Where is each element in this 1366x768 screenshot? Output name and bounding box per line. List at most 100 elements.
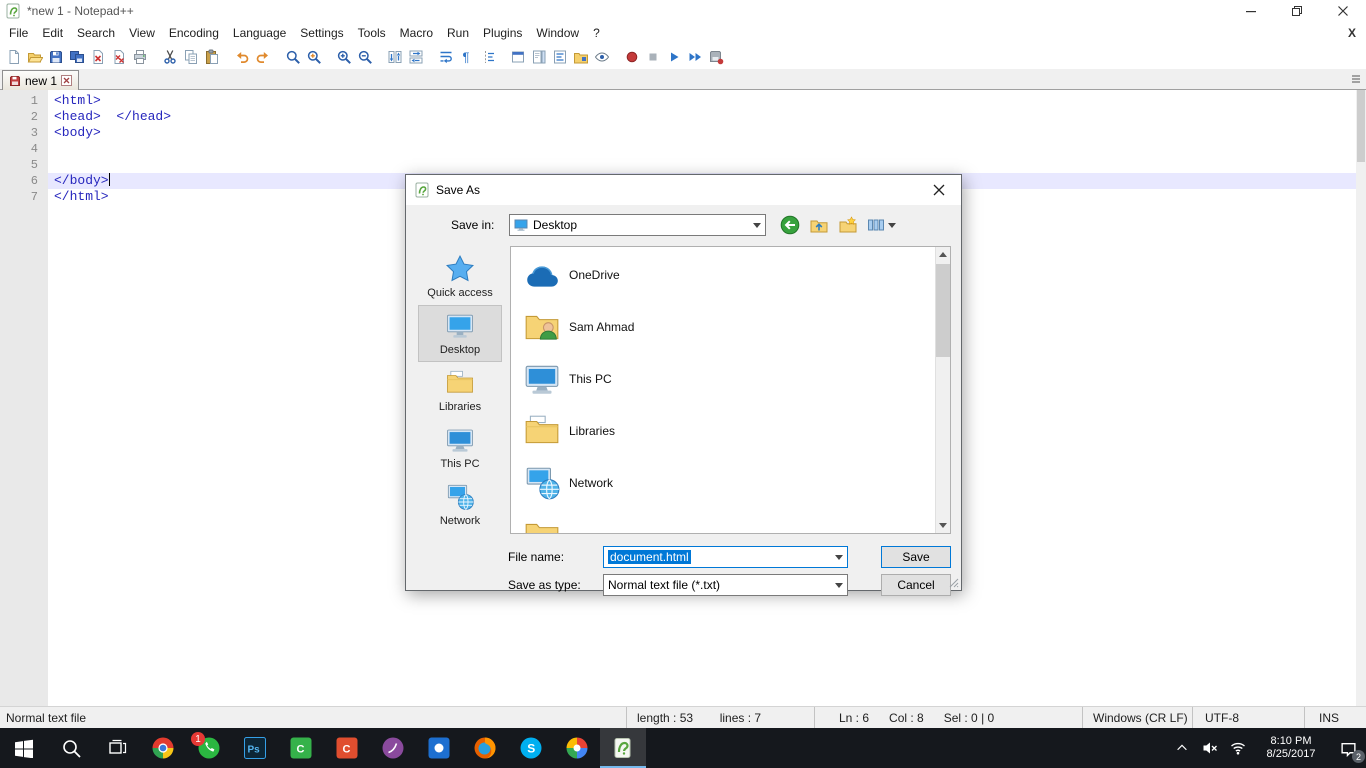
user-defined-dialog-icon[interactable] — [509, 48, 527, 66]
menu-item-tools[interactable]: Tools — [351, 22, 393, 44]
menu-item-settings[interactable]: Settings — [293, 22, 350, 44]
view-menu-icon[interactable] — [867, 216, 896, 234]
sidebar-item-quick-access[interactable]: Quick access — [418, 248, 502, 305]
document-map-icon[interactable] — [530, 48, 548, 66]
file-item-this-pc[interactable]: This PC — [511, 353, 934, 405]
hidden-icons-chevron-icon[interactable] — [1168, 728, 1196, 768]
restore-button[interactable] — [1274, 0, 1320, 22]
indent-guide-icon[interactable] — [479, 48, 497, 66]
playback-macro-icon[interactable] — [665, 48, 683, 66]
word-wrap-icon[interactable] — [437, 48, 455, 66]
taskbar-notepad-plus-plus-button[interactable] — [600, 728, 646, 768]
save-all-icon[interactable] — [68, 48, 86, 66]
minimize-button[interactable] — [1228, 0, 1274, 22]
save-as-type-dropdown[interactable]: Normal text file (*.txt) — [603, 574, 848, 596]
up-one-level-icon[interactable] — [809, 216, 829, 234]
cancel-button[interactable]: Cancel — [881, 574, 951, 596]
menu-item-run[interactable]: Run — [440, 22, 476, 44]
monitoring-icon[interactable] — [593, 48, 611, 66]
redo-icon[interactable] — [254, 48, 272, 66]
menu-item-search[interactable]: Search — [70, 22, 122, 44]
record-macro-icon[interactable] — [623, 48, 641, 66]
menu-item-macro[interactable]: Macro — [393, 22, 440, 44]
save-button[interactable]: Save — [881, 546, 951, 568]
taskbar-whatsapp-button[interactable]: 1 — [186, 728, 232, 768]
zoom-in-icon[interactable] — [335, 48, 353, 66]
network-wifi-icon[interactable] — [1224, 728, 1252, 768]
sync-vertical-scroll-icon[interactable] — [386, 48, 404, 66]
close-button[interactable] — [1320, 0, 1366, 22]
resize-grip-icon[interactable] — [949, 578, 959, 588]
find-icon[interactable] — [284, 48, 302, 66]
menu-item-encoding[interactable]: Encoding — [162, 22, 226, 44]
taskbar-camtasia-button[interactable]: C — [278, 728, 324, 768]
copy-icon[interactable] — [182, 48, 200, 66]
file-item-folder[interactable] — [511, 509, 934, 533]
file-list[interactable]: OneDrive Sam Ahmad This PC Libraries Network — [510, 246, 951, 534]
sidebar-item-desktop[interactable]: Desktop — [418, 305, 502, 362]
menu-item-view[interactable]: View — [122, 22, 162, 44]
scrollbar-thumb[interactable] — [936, 264, 950, 357]
view-all-characters-icon[interactable]: ¶ — [458, 48, 476, 66]
editor-scrollbar[interactable] — [1356, 90, 1366, 706]
taskbar-start-button[interactable] — [0, 728, 48, 768]
type-dropdown-arrow-icon[interactable] — [830, 575, 847, 595]
sidebar-item-this-pc[interactable]: This PC — [418, 419, 502, 476]
editor-scrollbar-thumb[interactable] — [1357, 90, 1365, 162]
doc-list-icon[interactable] — [1350, 73, 1362, 85]
zoom-out-icon[interactable] — [356, 48, 374, 66]
volume-muted-icon[interactable] — [1196, 728, 1224, 768]
taskbar-purple-app-button[interactable] — [370, 728, 416, 768]
file-name-dropdown-arrow-icon[interactable] — [830, 547, 847, 567]
file-item-onedrive[interactable]: OneDrive — [511, 249, 934, 301]
taskbar-firefox-button[interactable] — [462, 728, 508, 768]
create-new-folder-icon[interactable] — [838, 216, 858, 234]
taskbar-chrome-button[interactable] — [140, 728, 186, 768]
stop-recording-icon[interactable] — [644, 48, 662, 66]
tab-new-1[interactable]: new 1 — [2, 70, 80, 90]
back-icon[interactable] — [780, 215, 800, 235]
sync-horizontal-scroll-icon[interactable] — [407, 48, 425, 66]
taskbar-task-view-button[interactable] — [94, 728, 140, 768]
taskbar-search-button[interactable] — [48, 728, 94, 768]
menu-item-help[interactable]: ? — [586, 22, 607, 44]
dialog-close-icon[interactable] — [916, 175, 961, 205]
folder-as-workspace-icon[interactable] — [572, 48, 590, 66]
save-in-dropdown[interactable]: Desktop — [509, 214, 766, 236]
menu-item-plugins[interactable]: Plugins — [476, 22, 529, 44]
taskbar-photoshop-button[interactable]: Ps — [232, 728, 278, 768]
taskbar-clock[interactable]: 8:10 PM 8/25/2017 — [1252, 735, 1330, 761]
close-file-icon[interactable] — [89, 48, 107, 66]
menu-item-window[interactable]: Window — [529, 22, 586, 44]
file-item-network[interactable]: Network — [511, 457, 934, 509]
open-file-icon[interactable] — [26, 48, 44, 66]
close-all-icon[interactable] — [110, 48, 128, 66]
print-icon[interactable] — [131, 48, 149, 66]
taskbar-blue-app-button[interactable] — [416, 728, 462, 768]
taskbar-colorful-app-button[interactable] — [554, 728, 600, 768]
taskbar-c-app-button[interactable]: C — [324, 728, 370, 768]
sidebar-item-libraries[interactable]: Libraries — [418, 362, 502, 419]
menu-item-language[interactable]: Language — [226, 22, 293, 44]
paste-icon[interactable] — [203, 48, 221, 66]
sidebar-item-network[interactable]: Network — [418, 476, 502, 533]
dropdown-arrow-icon[interactable] — [748, 215, 765, 235]
run-macro-multiple-icon[interactable] — [686, 48, 704, 66]
cut-icon[interactable] — [161, 48, 179, 66]
scroll-up-icon[interactable] — [936, 247, 950, 262]
file-name-input[interactable]: document.html — [603, 546, 848, 568]
file-item-sam-ahmad[interactable]: Sam Ahmad — [511, 301, 934, 353]
taskbar-skype-button[interactable]: S — [508, 728, 554, 768]
menu-item-edit[interactable]: Edit — [35, 22, 70, 44]
scroll-down-icon[interactable] — [936, 518, 950, 533]
save-recorded-macro-icon[interactable] — [707, 48, 725, 66]
save-icon[interactable] — [47, 48, 65, 66]
replace-icon[interactable] — [305, 48, 323, 66]
file-list-scrollbar[interactable] — [935, 247, 950, 533]
tab-close-icon[interactable] — [61, 75, 73, 86]
function-list-icon[interactable] — [551, 48, 569, 66]
undo-icon[interactable] — [233, 48, 251, 66]
file-item-libraries[interactable]: Libraries — [511, 405, 934, 457]
action-center-icon[interactable]: 2 — [1330, 728, 1366, 768]
menu-item-file[interactable]: File — [2, 22, 35, 44]
